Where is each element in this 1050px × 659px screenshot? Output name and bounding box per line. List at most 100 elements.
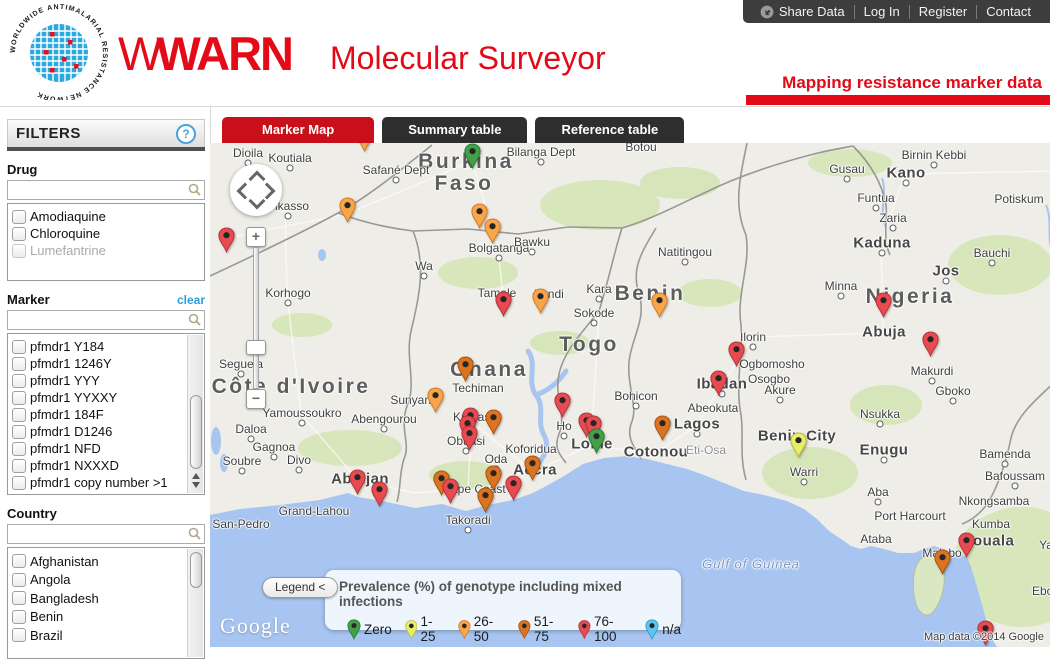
marker-option[interactable]: pfmdr1 YYXXY bbox=[10, 389, 186, 406]
map-label: Akure bbox=[764, 383, 795, 397]
checkbox[interactable] bbox=[12, 591, 26, 605]
checkbox[interactable] bbox=[12, 227, 26, 241]
map-pin-51-75[interactable] bbox=[485, 409, 502, 435]
zoom-in-button[interactable]: + bbox=[246, 227, 266, 247]
marker-scrollbar[interactable] bbox=[187, 335, 203, 493]
marker-option[interactable]: pfmdr1 NFD bbox=[10, 440, 186, 457]
map-label: Gulf of Guinea bbox=[702, 557, 800, 572]
marker-option[interactable]: pfmdr1 D1246 bbox=[10, 423, 186, 440]
country-option[interactable]: Bangladesh bbox=[10, 589, 186, 608]
scroll-up-icon[interactable] bbox=[192, 473, 200, 479]
checkbox[interactable] bbox=[12, 210, 26, 224]
help-icon[interactable]: ? bbox=[176, 124, 196, 144]
checkbox[interactable] bbox=[12, 425, 26, 439]
marker-option[interactable]: pfmdr1 NXXXD bbox=[10, 457, 186, 474]
checkbox[interactable] bbox=[12, 244, 26, 258]
tab-reference-table[interactable]: Reference table bbox=[535, 117, 684, 143]
country-option-label: Brazil bbox=[30, 628, 63, 643]
scroll-down-icon[interactable] bbox=[192, 482, 200, 488]
checkbox[interactable] bbox=[12, 476, 26, 490]
country-option[interactable]: Brazil bbox=[10, 626, 186, 645]
map-pin-zero[interactable] bbox=[464, 143, 481, 169]
drug-option[interactable]: Amodiaquine bbox=[10, 208, 202, 225]
scrollbar-thumb[interactable] bbox=[190, 395, 202, 469]
map-pin-76-100[interactable] bbox=[728, 341, 745, 367]
checkbox[interactable] bbox=[12, 374, 26, 388]
register-button[interactable]: Register bbox=[910, 4, 976, 19]
checkbox[interactable] bbox=[12, 554, 26, 568]
country-scrollbar[interactable] bbox=[187, 549, 203, 657]
map-pin-26-50[interactable] bbox=[427, 387, 444, 413]
map-pin-51-75[interactable] bbox=[654, 415, 671, 441]
map-pin-76-100[interactable] bbox=[875, 292, 892, 318]
map-pin-1-25[interactable] bbox=[790, 432, 807, 458]
clear-link[interactable]: clear bbox=[177, 293, 205, 307]
map-pin-76-100[interactable] bbox=[371, 481, 388, 507]
map-pin-51-75[interactable] bbox=[477, 487, 494, 513]
map-label: Daloa bbox=[235, 422, 266, 436]
checkbox[interactable] bbox=[12, 628, 26, 642]
zoom-slider[interactable] bbox=[253, 247, 259, 389]
marker-option[interactable]: pfmdr1 Y184 bbox=[10, 338, 186, 355]
legend-toggle-button[interactable]: Legend < bbox=[262, 577, 338, 598]
map-pin-76-100[interactable] bbox=[958, 532, 975, 558]
map-pin-26-50[interactable] bbox=[356, 143, 373, 152]
marker-option[interactable]: pfmdr1 YYY bbox=[10, 372, 186, 389]
share-data-button[interactable]: Share Data bbox=[751, 4, 854, 19]
zoom-slider-handle[interactable] bbox=[246, 340, 266, 355]
drug-option[interactable]: Chloroquine bbox=[10, 225, 202, 242]
checkbox[interactable] bbox=[12, 573, 26, 587]
marker-option[interactable]: pfmdr1 copy number >1 bbox=[10, 474, 186, 491]
map-pin-zero[interactable] bbox=[588, 428, 605, 454]
checkbox[interactable] bbox=[12, 391, 26, 405]
checkbox[interactable] bbox=[12, 442, 26, 456]
country-search-input[interactable] bbox=[7, 524, 205, 544]
pan-control[interactable] bbox=[230, 164, 282, 216]
map-pin-76-100[interactable] bbox=[349, 469, 366, 495]
wwarn-wordmark[interactable]: WWARN bbox=[118, 26, 292, 81]
marker-option[interactable]: pfmdr1 184F bbox=[10, 406, 186, 423]
tab-summary-table[interactable]: Summary table bbox=[382, 117, 527, 143]
wwarn-globe-logo[interactable]: WORLDWIDE ANTIMALARIAL RESISTANCE NETWOR… bbox=[6, 4, 112, 105]
map-pin-76-100[interactable] bbox=[495, 291, 512, 317]
country-option[interactable]: Benin bbox=[10, 608, 186, 627]
map-pin-76-100[interactable] bbox=[505, 475, 522, 501]
map-pin-51-75[interactable] bbox=[524, 455, 541, 481]
marker-option-label: pfmdr1 184F bbox=[30, 407, 104, 422]
marker-search-input[interactable] bbox=[7, 310, 205, 330]
log-in-button[interactable]: Log In bbox=[855, 4, 909, 19]
map-pin-76-100[interactable] bbox=[922, 331, 939, 357]
checkbox[interactable] bbox=[12, 357, 26, 371]
zoom-out-button[interactable]: − bbox=[246, 389, 266, 409]
checkbox[interactable] bbox=[12, 340, 26, 354]
map-pin-26-50[interactable] bbox=[484, 218, 501, 244]
marker-option[interactable]: pfmdr1 1246Y bbox=[10, 355, 186, 372]
map-pin-76-100[interactable] bbox=[442, 478, 459, 504]
map-pin-76-100[interactable] bbox=[554, 392, 571, 418]
country-option-label: Angola bbox=[30, 572, 70, 587]
drug-option[interactable]: Lumefantrine bbox=[10, 242, 202, 259]
scrollbar-thumb[interactable] bbox=[190, 552, 202, 588]
filters-header: FILTERS ? bbox=[7, 119, 205, 147]
drug-search-input[interactable] bbox=[7, 180, 205, 200]
map-pin-76-100[interactable] bbox=[461, 425, 478, 451]
city-dot bbox=[838, 293, 845, 300]
country-option[interactable]: Afghanistan bbox=[10, 552, 186, 571]
country-option[interactable]: Angola bbox=[10, 571, 186, 590]
tab-marker-map[interactable]: Marker Map bbox=[222, 117, 374, 143]
map-pin-26-50[interactable] bbox=[339, 197, 356, 223]
map-pin-76-100[interactable] bbox=[218, 227, 235, 253]
contact-button[interactable]: Contact bbox=[977, 4, 1040, 19]
checkbox[interactable] bbox=[12, 408, 26, 422]
map-pin-26-50[interactable] bbox=[651, 292, 668, 318]
checkbox[interactable] bbox=[12, 610, 26, 624]
google-logo[interactable]: Google bbox=[220, 613, 291, 639]
map-pin-26-50[interactable] bbox=[532, 288, 549, 314]
map-pin-76-100[interactable] bbox=[710, 370, 727, 396]
map-canvas[interactable]: BurkinaFasoCôte d'IvoireGhanaTogoBeninNi… bbox=[210, 143, 1050, 647]
city-dot bbox=[801, 479, 808, 486]
checkbox[interactable] bbox=[12, 459, 26, 473]
map-pin-51-75[interactable] bbox=[934, 549, 951, 575]
map-label: Bauchi bbox=[974, 246, 1011, 260]
map-pin-51-75[interactable] bbox=[457, 356, 474, 382]
